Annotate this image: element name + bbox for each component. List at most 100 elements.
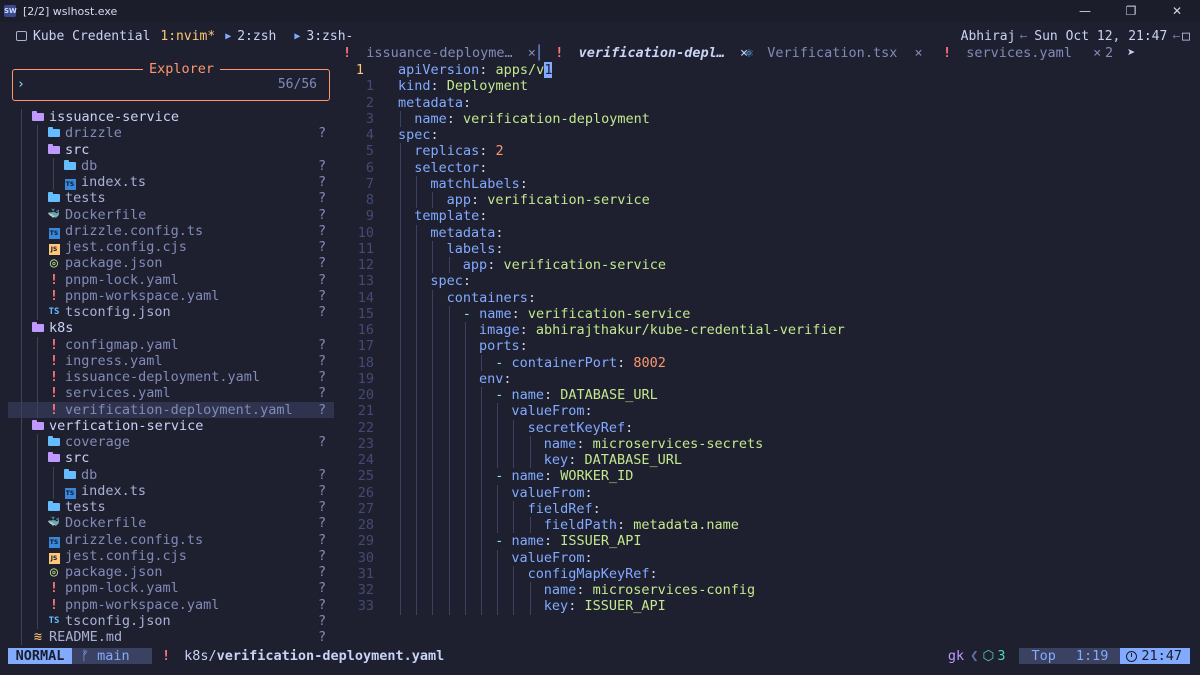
maximize-icon[interactable]: ❐ bbox=[1108, 0, 1154, 22]
code-line[interactable]: 5 replicas: 2 bbox=[337, 143, 1200, 160]
tree-folder[interactable]: tests? bbox=[8, 190, 334, 207]
tree-folder[interactable]: src bbox=[8, 450, 334, 467]
code-line[interactable]: 19 env: bbox=[337, 370, 1200, 387]
code-line[interactable]: 21 valueFrom: bbox=[337, 403, 1200, 420]
code-line[interactable]: 4 spec: bbox=[337, 127, 1200, 143]
tree-folder[interactable]: db? bbox=[8, 157, 334, 174]
code-line[interactable]: 1 kind: Deployment bbox=[337, 78, 1200, 94]
window-title: [2/2] wslhost.exe bbox=[23, 4, 118, 18]
tree-file[interactable]: JS jest.config.cjs? bbox=[8, 239, 334, 256]
code-line[interactable]: 24 key: DATABASE_URL bbox=[337, 452, 1200, 469]
tree-folder[interactable]: issuance-service bbox=[8, 109, 334, 126]
tree-file[interactable]: ! pnpm-workspace.yaml? bbox=[8, 596, 334, 613]
code-line[interactable]: 30 valueFrom: bbox=[337, 549, 1200, 566]
tree-file[interactable]: ≋ README.md? bbox=[8, 629, 334, 646]
code-line[interactable]: 32 name: microservices-config bbox=[337, 582, 1200, 599]
indent-guide bbox=[513, 452, 515, 469]
minimize-icon[interactable]: — bbox=[1062, 0, 1108, 22]
tree-file[interactable]: TS index.ts? bbox=[8, 174, 334, 191]
javascript-icon-shape: JS bbox=[48, 244, 60, 255]
close-icon[interactable]: × bbox=[914, 45, 922, 61]
code-line[interactable]: 16 image: abhirajthakur/kube-credential-v… bbox=[337, 322, 1200, 339]
tree-file[interactable]: ! issuance-deployment.yaml? bbox=[8, 369, 334, 386]
close-icon[interactable]: × bbox=[1093, 45, 1101, 61]
code-line[interactable]: 6 selector: bbox=[337, 159, 1200, 176]
code-line[interactable]: 25 - name: WORKER_ID bbox=[337, 468, 1200, 485]
indent-guide bbox=[432, 598, 434, 615]
code-token: spec bbox=[398, 127, 431, 143]
tmux-window-1[interactable]: 1:nvim* bbox=[160, 29, 215, 44]
code-line[interactable]: 3 name: verification-deployment bbox=[337, 110, 1200, 127]
tree-folder[interactable]: src bbox=[8, 141, 334, 158]
code-line[interactable]: 17 ports: bbox=[337, 338, 1200, 355]
code-line[interactable]: 14 containers: bbox=[337, 289, 1200, 306]
tab-services-yaml[interactable]: ! services.yaml × bbox=[943, 44, 1101, 62]
tree-file[interactable]: 🐳 Dockerfile? bbox=[8, 515, 334, 532]
code-editor[interactable]: 1 apiVersion: apps/v1 1 kind: Deployment 2 me… bbox=[337, 62, 1200, 648]
code-line[interactable]: 18 - containerPort: 8002 bbox=[337, 354, 1200, 371]
indent-guide bbox=[448, 387, 450, 404]
close-icon[interactable]: ✕ bbox=[1154, 0, 1200, 22]
tree-file[interactable]: ! configmap.yaml? bbox=[8, 336, 334, 353]
folder-icon bbox=[47, 499, 61, 515]
tree-file[interactable]: ◎ package.json? bbox=[8, 255, 334, 272]
tree-folder[interactable]: tests? bbox=[8, 499, 334, 516]
indent-guide bbox=[21, 547, 22, 564]
indent-guide bbox=[416, 468, 418, 485]
indent-guide bbox=[432, 370, 434, 387]
code-line[interactable]: 33 key: ISSUER_API bbox=[337, 598, 1200, 615]
tree-file[interactable]: TS tsconfig.json? bbox=[8, 304, 334, 321]
tsconfig-icon: TS bbox=[48, 307, 60, 317]
tree-file[interactable]: ! verification-deployment.yaml? bbox=[8, 401, 334, 418]
code-line[interactable]: 22 secretKeyRef: bbox=[337, 419, 1200, 436]
tab-issuance-deployment[interactable]: ! issuance-deployme… × bbox=[343, 44, 536, 62]
tree-file[interactable]: TS drizzle.config.ts? bbox=[8, 531, 334, 548]
indent-guide bbox=[416, 257, 418, 274]
code-line[interactable]: 26 valueFrom: bbox=[337, 484, 1200, 501]
tree-folder[interactable]: drizzle? bbox=[8, 125, 334, 142]
tab-overflow[interactable]: 2 ➤ bbox=[1105, 44, 1135, 62]
code-line[interactable]: 10 metadata: bbox=[337, 224, 1200, 241]
code-line[interactable]: 29 - name: ISSUER_API bbox=[337, 533, 1200, 550]
tree-file[interactable]: ! pnpm-lock.yaml? bbox=[8, 580, 334, 597]
code-text: spec: bbox=[398, 127, 439, 143]
code-line[interactable]: 11 labels: bbox=[337, 240, 1200, 257]
tree-file[interactable]: ! ingress.yaml? bbox=[8, 352, 334, 369]
tab-verification-tsx[interactable]: ⚛ Verification.tsx × bbox=[745, 44, 923, 62]
tmux-window-3[interactable]: 3:zsh- bbox=[306, 29, 353, 44]
code-line[interactable]: 15 - name: verification-service bbox=[337, 305, 1200, 322]
tab-verification-deployment[interactable]: │ ! verification-depl… × bbox=[535, 44, 749, 62]
code-line[interactable]: 28 fieldPath: metadata.name bbox=[337, 517, 1200, 534]
code-line[interactable]: 20 - name: DATABASE_URL bbox=[337, 387, 1200, 404]
explorer-filter-input[interactable]: Explorer › 56/56 bbox=[12, 61, 330, 101]
code-token: : bbox=[487, 257, 504, 273]
code-line[interactable]: 27 fieldRef: bbox=[337, 500, 1200, 517]
indent-guide bbox=[464, 517, 466, 534]
code-line[interactable]: 12 app: verification-service bbox=[337, 257, 1200, 274]
code-line[interactable]: 23 name: microservices-secrets bbox=[337, 435, 1200, 452]
code-line[interactable]: 8 app: verification-service bbox=[337, 192, 1200, 209]
indent-guide bbox=[416, 484, 418, 501]
code-line[interactable]: 1 apiVersion: apps/v1 bbox=[337, 62, 1200, 78]
tmux-window-2[interactable]: 2:zsh bbox=[237, 29, 276, 44]
indent-guide bbox=[497, 517, 499, 534]
indent-guide bbox=[21, 417, 22, 434]
tree-file[interactable]: TS index.ts? bbox=[8, 482, 334, 499]
code-line[interactable]: 9 template: bbox=[337, 208, 1200, 225]
code-line[interactable]: 13 spec: bbox=[337, 273, 1200, 290]
code-line[interactable]: 7 matchLabels: bbox=[337, 175, 1200, 192]
tree-folder[interactable]: verfication-service bbox=[8, 417, 334, 434]
tree-file[interactable]: ! pnpm-lock.yaml? bbox=[8, 271, 334, 288]
tree-file[interactable]: ! services.yaml? bbox=[8, 385, 334, 402]
tree-file[interactable]: ! pnpm-workspace.yaml? bbox=[8, 287, 334, 304]
tree-folder[interactable]: k8s bbox=[8, 320, 334, 337]
tree-folder[interactable]: db? bbox=[8, 466, 334, 483]
code-line[interactable]: 2 metadata: bbox=[337, 95, 1200, 111]
tree-file[interactable]: ◎ package.json? bbox=[8, 564, 334, 581]
tree-file[interactable]: TS tsconfig.json? bbox=[8, 612, 334, 629]
tree-file[interactable]: JS jest.config.cjs? bbox=[8, 547, 334, 564]
tree-file[interactable]: TS drizzle.config.ts? bbox=[8, 222, 334, 239]
tree-file[interactable]: 🐳 Dockerfile? bbox=[8, 206, 334, 223]
tree-folder[interactable]: coverage? bbox=[8, 434, 334, 451]
code-line[interactable]: 31 configMapKeyRef: bbox=[337, 565, 1200, 582]
